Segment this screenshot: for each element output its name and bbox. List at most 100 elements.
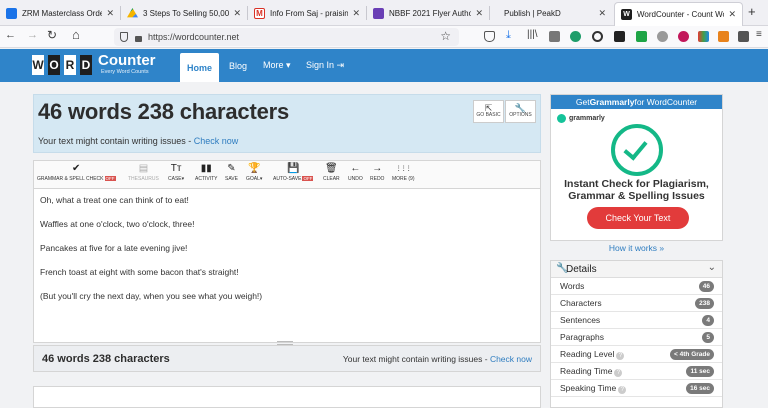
bar-chart-icon: ▮▮ xyxy=(200,163,212,174)
grammarly-logo: grammarly xyxy=(557,114,605,123)
help-icon[interactable]: ? xyxy=(614,369,623,377)
detail-row: Reading Time? 11 sec xyxy=(551,363,722,380)
editor-toolbar: ✔ GRAMMAR & SPELL CHECK OFF ▤ THESAURUS Tᴛ C… xyxy=(33,160,541,189)
close-icon[interactable]: ✕ xyxy=(352,8,360,19)
sidebar-icon[interactable] xyxy=(549,31,560,42)
grammar-check-button[interactable]: ✔ GRAMMAR & SPELL CHECK OFF xyxy=(37,163,116,187)
details-header[interactable]: 🔧 Details ⌄ xyxy=(551,261,722,278)
site-header: W O R D Counter Every Word Counts Home B… xyxy=(0,49,768,82)
arrow-left-icon: ← xyxy=(350,163,361,174)
metamask-icon[interactable] xyxy=(718,31,729,42)
reload-icon[interactable]: ↻ xyxy=(47,28,57,42)
status-badge: OFF xyxy=(302,176,314,181)
logo-name[interactable]: Counter xyxy=(98,53,156,68)
close-icon[interactable]: ✕ xyxy=(106,8,114,19)
options-button[interactable]: 🔧 OPTIONS xyxy=(505,100,536,123)
promo-header: Get Grammarly for WordCounter xyxy=(551,95,722,109)
close-icon[interactable]: ✕ xyxy=(475,8,483,19)
nav-more[interactable]: More ▾ xyxy=(263,49,291,82)
ext-red-icon[interactable] xyxy=(678,31,689,42)
lock-icon xyxy=(135,35,142,42)
bookmark-star-icon[interactable]: ☆ xyxy=(440,29,451,43)
ext-color-icon[interactable] xyxy=(698,31,709,42)
wordcounter-favicon-icon: W xyxy=(621,9,632,20)
checkmark-ext-icon[interactable] xyxy=(636,31,647,42)
logo-letter: R xyxy=(64,55,76,75)
activity-button[interactable]: ▮▮ ACTIVITY xyxy=(195,163,218,187)
text-line: Pancakes at five for a late evening jive… xyxy=(40,243,188,253)
blank-favicon-icon xyxy=(496,8,499,19)
details-title: Details xyxy=(566,264,597,275)
tab-title: ZRM Masterclass Order Con xyxy=(22,8,103,18)
text-line: (But you'll cry the next day, when you s… xyxy=(40,291,263,301)
back-icon[interactable]: ← xyxy=(5,29,16,41)
trophy-icon: 🏆 xyxy=(247,163,261,174)
more-button[interactable]: ⋮⋮⋮ MORE (9) xyxy=(392,163,415,187)
pocket-icon[interactable] xyxy=(484,31,495,42)
browser-tab[interactable]: Publish | PeakD ✕ xyxy=(490,0,612,26)
zrm-favicon-icon xyxy=(6,7,17,19)
check-now-link[interactable]: Check now xyxy=(490,354,532,364)
detail-row: Characters 238 xyxy=(551,295,722,312)
lower-panel xyxy=(33,386,541,408)
count-badge: 46 xyxy=(698,281,714,292)
search-ext-icon[interactable] xyxy=(592,31,603,42)
count-badge: 5 xyxy=(702,332,714,343)
home-icon[interactable]: ⌂ xyxy=(72,27,80,42)
extension-icon[interactable] xyxy=(614,31,625,42)
undo-button[interactable]: ← UNDO xyxy=(348,163,363,187)
thesaurus-button[interactable]: ▤ THESAURUS xyxy=(128,163,159,187)
browser-tab[interactable]: NBBF 2021 Flyer Author Con ✕ xyxy=(367,0,489,26)
grid-icon: ⋮⋮⋮ xyxy=(395,166,412,172)
redo-button[interactable]: → REDO xyxy=(370,163,384,187)
grammarly-ext-icon[interactable] xyxy=(570,31,581,42)
pencil-icon: ✎ xyxy=(227,163,236,174)
browser-tab[interactable]: ZRM Masterclass Order Con ✕ xyxy=(0,0,120,26)
nav-blog[interactable]: Blog xyxy=(229,49,247,82)
grammarly-icon xyxy=(557,114,566,123)
download-icon[interactable]: ⤓ xyxy=(506,29,511,42)
how-it-works-link[interactable]: How it works » xyxy=(550,243,723,253)
check-now-link[interactable]: Check now xyxy=(194,136,239,146)
help-icon[interactable]: ? xyxy=(616,352,625,360)
case-button[interactable]: Tᴛ CASE▾ xyxy=(168,163,184,187)
check-icon: ✔ xyxy=(72,163,81,174)
shield-icon xyxy=(120,32,128,42)
nav-sign-in[interactable]: Sign In ⇥ xyxy=(306,49,344,82)
page-scrollbar[interactable] xyxy=(757,82,768,408)
nbbf-favicon-icon xyxy=(373,7,384,19)
case-icon: Tᴛ xyxy=(170,163,182,174)
close-icon[interactable]: ✕ xyxy=(598,8,606,19)
count-badge: 4 xyxy=(702,315,714,326)
detail-row: Sentences 4 xyxy=(551,312,722,329)
text-editor[interactable]: Oh, what a treat one can think of to eat… xyxy=(33,189,541,343)
chevron-down-icon[interactable]: ⌄ xyxy=(708,262,716,273)
browser-tab[interactable]: M Info From Saj - praisingpilgri ✕ xyxy=(248,0,366,26)
detail-row: Words 46 xyxy=(551,278,722,295)
close-icon[interactable]: ✕ xyxy=(233,8,241,19)
promo-headline: Instant Check for Plagiarism, Grammar & S… xyxy=(564,178,709,202)
tab-title: NBBF 2021 Flyer Author Con xyxy=(389,8,472,18)
browser-tab-active[interactable]: W WordCounter - Count Words ✕ xyxy=(614,2,743,26)
browser-tab[interactable]: 3 Steps To Selling 50,000 Bo ✕ xyxy=(121,0,247,26)
save-button[interactable]: ✎ SAVE xyxy=(225,163,238,187)
help-icon[interactable]: ? xyxy=(618,386,627,394)
goal-button[interactable]: 🏆 GOAL▾ xyxy=(246,163,262,187)
count-badge: < 4th Grade xyxy=(670,349,714,360)
forward-icon[interactable]: → xyxy=(27,29,38,41)
count-badge: 238 xyxy=(695,298,714,309)
check-your-text-button[interactable]: Check Your Text xyxy=(587,207,689,229)
go-basic-button[interactable]: ⇱ GO BASIC xyxy=(473,100,504,123)
nav-home[interactable]: Home xyxy=(180,53,219,82)
clear-button[interactable]: 🗑 CLEAR xyxy=(323,163,340,187)
ghost-ext-icon[interactable] xyxy=(657,31,668,42)
menu-icon[interactable]: ≡ xyxy=(756,29,762,40)
close-icon[interactable]: ✕ xyxy=(728,9,736,20)
new-tab-button[interactable]: + xyxy=(748,4,756,19)
logo-letter: W xyxy=(32,55,44,75)
url-bar[interactable]: https://wordcounter.net ☆ xyxy=(114,28,459,46)
count-header-panel: 46 words 238 characters ⇱ GO BASIC 🔧 OPT… xyxy=(33,94,541,153)
auto-save-button[interactable]: 💾 AUTO-SAVE OFF xyxy=(273,163,314,187)
library-icon[interactable]: |||\ xyxy=(527,29,538,40)
puzzle-icon[interactable] xyxy=(738,31,749,42)
